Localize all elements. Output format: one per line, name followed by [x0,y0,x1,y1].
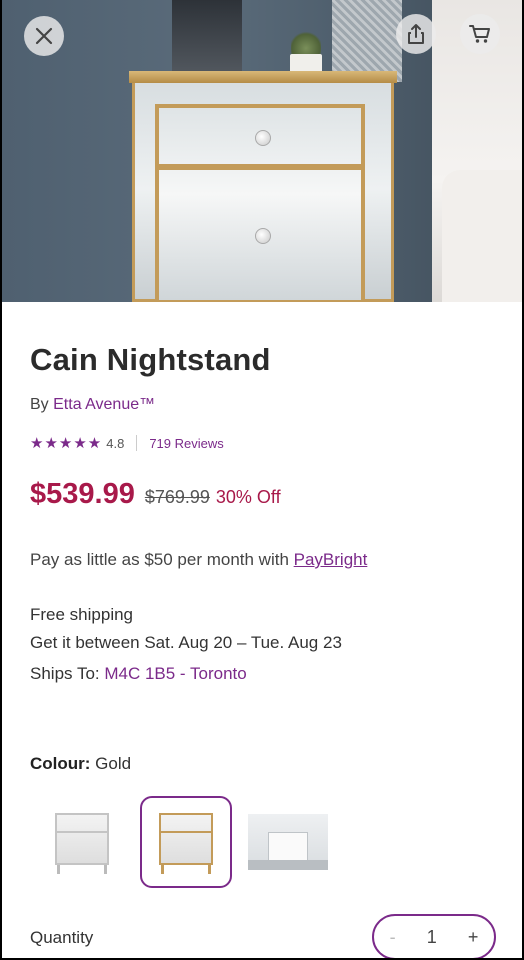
star-rating-icon: ★★★★★ [30,435,103,452]
product-details: Cain Nightstand By Etta Avenue™ ★★★★★ 4.… [2,302,522,958]
swatch-room[interactable] [248,802,328,882]
sale-price: $539.99 [30,478,135,510]
brand-line: By Etta Avenue™ [30,396,155,414]
quantity-label: Quantity [30,928,94,947]
quantity-value: 1 [426,926,437,947]
share-button[interactable] [396,14,436,54]
postal-code-link[interactable]: M4C 1B5 - Toronto [104,664,246,683]
cart-icon [469,25,490,43]
discount-badge: 30% Off [215,487,281,507]
nightstand [129,71,397,302]
rating-value: 4.8 [106,435,125,451]
wall-decor [332,0,402,82]
close-icon [35,27,53,45]
reviews-link[interactable]: 719 Reviews [149,436,223,451]
brand-link[interactable]: Etta Avenue™ [53,396,155,413]
colour-value: Gold [95,754,132,773]
divider [136,435,138,451]
colour-label: Colour: Gold [30,754,132,773]
product-page: Cain Nightstand By Etta Avenue™ ★★★★★ 4.… [2,0,522,958]
paybright-link[interactable]: PayBright [294,550,368,569]
quantity-stepper[interactable]: - 1 + [372,914,496,958]
product-title: Cain Nightstand [30,342,271,377]
swatch-white[interactable] [42,802,122,882]
financing-text: Pay as little as $50 per month with PayB… [30,550,368,569]
free-shipping: Free shipping [30,605,134,624]
share-icon [408,24,424,44]
rating-row: ★★★★★ 4.8 719 Reviews [30,434,224,452]
product-image[interactable] [2,0,522,302]
delivery-estimate: Get it between Sat. Aug 20 – Tue. Aug 23 [30,633,342,652]
ships-to: Ships To: M4C 1B5 - Toronto [30,664,247,683]
original-price: $769.99 [144,487,210,507]
cart-button[interactable] [460,14,500,54]
swatch-gold[interactable] [140,796,232,888]
price-row: $539.99 $769.99 30% Off [30,478,281,511]
brand-prefix: By [30,396,54,413]
lamp-base [172,0,242,82]
colour-swatches [42,796,350,888]
close-button[interactable] [24,16,64,56]
decrement-button[interactable]: - [390,927,396,948]
increment-button[interactable]: + [468,927,479,948]
